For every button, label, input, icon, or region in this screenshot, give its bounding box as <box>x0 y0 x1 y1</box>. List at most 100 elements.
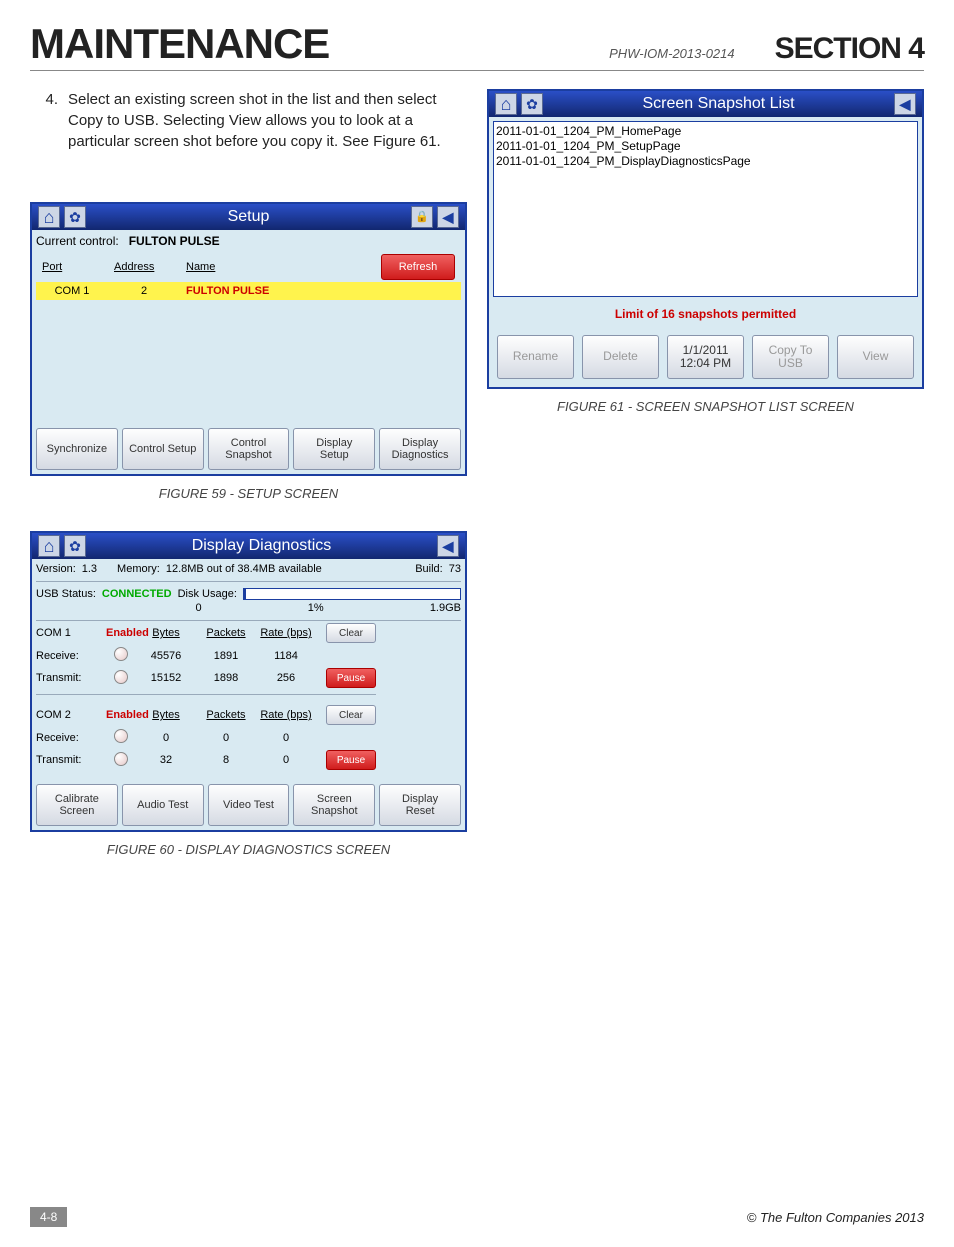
diag-title: Display Diagnostics <box>88 537 435 555</box>
diagnostics-panel: Display Diagnostics Version: 1.3 Memory:… <box>30 531 467 832</box>
display-reset-button[interactable]: Display Reset <box>379 784 461 826</box>
refresh-button[interactable]: Refresh <box>381 254 455 280</box>
cell-address[interactable]: 2 <box>108 282 180 300</box>
col-name: Name <box>180 254 375 282</box>
rename-button[interactable]: Rename <box>497 335 574 379</box>
page-header: MAINTENANCE PHW-IOM-2013-0214 SECTION 4 <box>30 20 924 71</box>
com2-tx-bytes: 32 <box>136 754 196 766</box>
hdr-rate: Rate (bps) <box>256 627 316 639</box>
gear-icon[interactable] <box>521 93 543 115</box>
cell-port[interactable]: COM 1 <box>36 282 108 300</box>
header-right: PHW-IOM-2013-0214 SECTION 4 <box>609 32 924 66</box>
step-number: 4. <box>30 89 68 152</box>
com1-rx-bytes: 45576 <box>136 650 196 662</box>
col-address: Address <box>108 254 180 282</box>
com1-receive-label: Receive: <box>36 650 106 662</box>
step-text: Select an existing screen shot in the li… <box>68 89 467 152</box>
list-item[interactable]: 2011-01-01_1204_PM_SetupPage <box>496 139 915 154</box>
snap-title: Screen Snapshot List <box>545 95 892 113</box>
com1-rx-packets: 1891 <box>196 650 256 662</box>
com1-tx-packets: 1898 <box>196 672 256 684</box>
hdr-packets: Packets <box>196 709 256 721</box>
com2-rx-bytes: 0 <box>136 732 196 744</box>
com2-pause-button[interactable]: Pause <box>326 750 376 770</box>
control-snapshot-button[interactable]: Control Snapshot <box>208 428 290 470</box>
home-icon[interactable] <box>38 535 60 557</box>
com2-rx-rate: 0 <box>256 732 316 744</box>
com2-transmit-label: Transmit: <box>36 754 106 766</box>
com2-enabled: Enabled <box>106 709 136 721</box>
com2-rx-packets: 0 <box>196 732 256 744</box>
disk-zero: 0 <box>196 602 202 614</box>
memory-label: Memory: <box>117 563 160 575</box>
com1-tx-rate: 256 <box>256 672 316 684</box>
snapshot-list[interactable]: 2011-01-01_1204_PM_HomePage 2011-01-01_1… <box>493 121 918 297</box>
copy-to-usb-button[interactable]: Copy To USB <box>752 335 829 379</box>
diag-panel-header: Display Diagnostics <box>32 533 465 559</box>
copyright: © The Fulton Companies 2013 <box>747 1210 924 1225</box>
screen-snapshot-button[interactable]: Screen Snapshot <box>293 784 375 826</box>
led-icon <box>114 752 128 766</box>
snap-panel-header: Screen Snapshot List <box>489 91 922 117</box>
disk-total: 1.9GB <box>430 602 461 614</box>
build-label: Build: <box>415 563 443 575</box>
led-icon <box>114 670 128 684</box>
home-icon[interactable] <box>495 93 517 115</box>
page-number: 4-8 <box>30 1207 67 1227</box>
com1-section: COM 1 Enabled Bytes Packets Rate (bps) C… <box>36 623 461 697</box>
led-icon <box>114 647 128 661</box>
version-label: Version: <box>36 563 76 575</box>
current-control-label: Current control: <box>36 234 119 248</box>
back-icon[interactable] <box>894 93 916 115</box>
com2-label: COM 2 <box>36 709 106 721</box>
synchronize-button[interactable]: Synchronize <box>36 428 118 470</box>
page-title: MAINTENANCE <box>30 20 329 68</box>
view-button[interactable]: View <box>837 335 914 379</box>
figure61-caption: FIGURE 61 - SCREEN SNAPSHOT LIST SCREEN <box>487 399 924 414</box>
gear-icon[interactable] <box>64 535 86 557</box>
com1-transmit-label: Transmit: <box>36 672 106 684</box>
back-icon[interactable] <box>437 535 459 557</box>
control-setup-button[interactable]: Control Setup <box>122 428 204 470</box>
hdr-bytes: Bytes <box>136 709 196 721</box>
disk-usage-bar <box>243 588 461 600</box>
usb-status-value: CONNECTED <box>102 588 172 600</box>
com2-clear-button[interactable]: Clear <box>326 705 376 725</box>
display-diagnostics-button[interactable]: Display Diagnostics <box>379 428 461 470</box>
disk-pct: 1% <box>208 602 424 614</box>
lock-icon[interactable] <box>411 206 433 228</box>
setup-panel-header: Setup <box>32 204 465 230</box>
hdr-rate: Rate (bps) <box>256 709 316 721</box>
calibrate-screen-button[interactable]: Calibrate Screen <box>36 784 118 826</box>
home-icon[interactable] <box>38 206 60 228</box>
led-icon <box>114 729 128 743</box>
display-setup-button[interactable]: Display Setup <box>293 428 375 470</box>
section-label: SECTION 4 <box>775 32 924 66</box>
gear-icon[interactable] <box>64 206 86 228</box>
datetime-display: 1/1/2011 12:04 PM <box>667 335 744 379</box>
page-footer: 4-8 © The Fulton Companies 2013 <box>30 1207 924 1227</box>
disk-usage-label: Disk Usage: <box>178 588 237 600</box>
figure59-caption: FIGURE 59 - SETUP SCREEN <box>30 486 467 501</box>
com1-pause-button[interactable]: Pause <box>326 668 376 688</box>
audio-test-button[interactable]: Audio Test <box>122 784 204 826</box>
com1-enabled: Enabled <box>106 627 136 639</box>
list-item[interactable]: 2011-01-01_1204_PM_DisplayDiagnosticsPag… <box>496 154 915 169</box>
hdr-bytes: Bytes <box>136 627 196 639</box>
list-item[interactable]: 2011-01-01_1204_PM_HomePage <box>496 124 915 139</box>
back-icon[interactable] <box>437 206 459 228</box>
figure60-caption: FIGURE 60 - DISPLAY DIAGNOSTICS SCREEN <box>30 842 467 857</box>
setup-title: Setup <box>88 208 409 226</box>
video-test-button[interactable]: Video Test <box>208 784 290 826</box>
com1-clear-button[interactable]: Clear <box>326 623 376 643</box>
snapshot-list-panel: Screen Snapshot List 2011-01-01_1204_PM_… <box>487 89 924 389</box>
delete-button[interactable]: Delete <box>582 335 659 379</box>
current-control-value: FULTON PULSE <box>129 234 220 248</box>
com2-tx-rate: 0 <box>256 754 316 766</box>
com1-label: COM 1 <box>36 627 106 639</box>
usb-status-label: USB Status: <box>36 588 96 600</box>
cell-name[interactable]: FULTON PULSE <box>180 282 461 300</box>
com1-rx-rate: 1184 <box>256 650 316 662</box>
snapshot-limit-text: Limit of 16 snapshots permitted <box>493 307 918 321</box>
build-value: 73 <box>449 563 461 575</box>
